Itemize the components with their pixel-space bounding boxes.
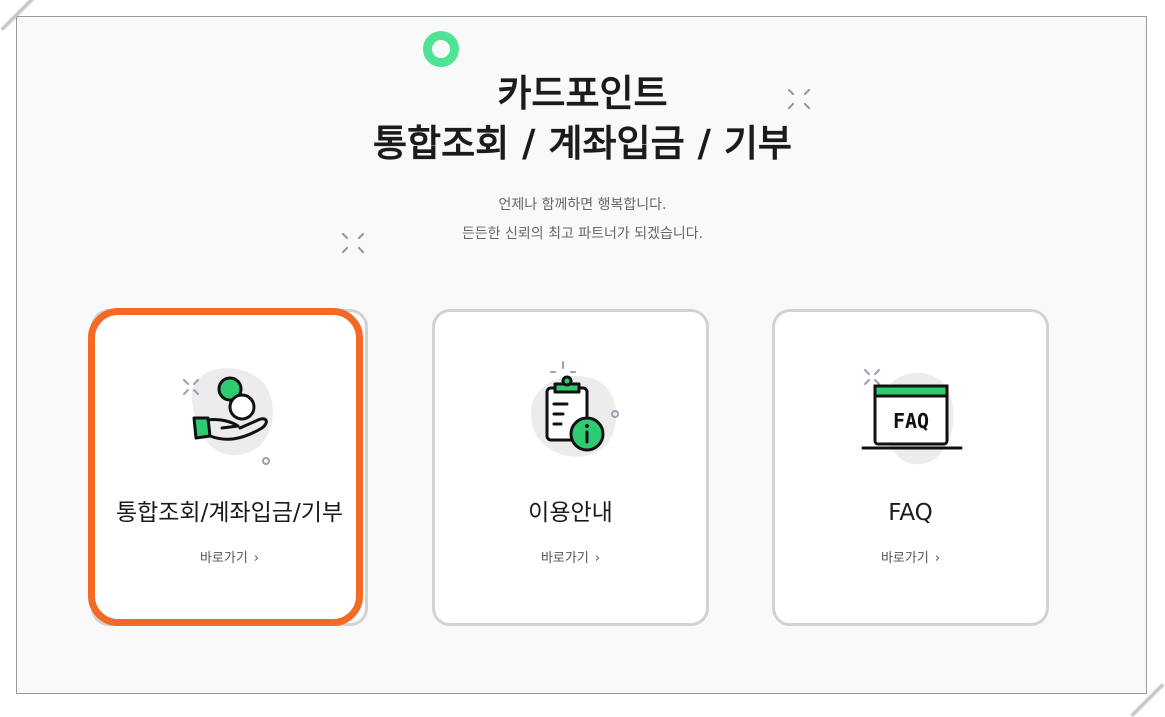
chevron-right-icon: ›: [594, 551, 601, 566]
chevron-right-icon: ›: [253, 551, 260, 566]
go-link-text: 바로가기: [880, 551, 929, 566]
clipboard-info-icon: [530, 361, 619, 457]
chevron-right-icon: ›: [934, 551, 941, 566]
go-link-text: 바로가기: [199, 551, 248, 566]
card-label: FAQ: [888, 500, 933, 526]
go-link[interactable]: 바로가기 ›: [94, 552, 365, 565]
card-label: 통합조회/계좌입금/기부: [115, 500, 344, 526]
card-label: 이용안내: [528, 500, 613, 526]
card-inquiry-transfer-donation[interactable]: 통합조회/계좌입금/기부 바로가기 ›: [91, 309, 368, 626]
go-link[interactable]: 바로가기 ›: [775, 552, 1046, 565]
go-link[interactable]: 바로가기 ›: [435, 552, 706, 565]
page-title-line-1: 카드포인트: [497, 72, 668, 115]
page-subtitle-line-2: 든든한 신뢰의 최고 파트너가 되겠습니다.: [461, 226, 704, 242]
go-link-text: 바로가기: [540, 551, 589, 566]
page-title-line-2: 통합조회 / 계좌입금 / 기부: [373, 122, 792, 165]
card-faq[interactable]: FAQ FAQ 바로가기 ›: [772, 309, 1049, 626]
faq-icon-text: FAQ: [893, 409, 929, 433]
card-usage-guide[interactable]: 이용안내 바로가기 ›: [432, 309, 709, 626]
hand-coin-icon: [183, 368, 273, 465]
decorative-ring-icon: [423, 31, 459, 67]
page-subtitle-line-1: 언제나 함께하면 행복합니다.: [498, 197, 667, 213]
faq-monitor-icon: FAQ: [861, 369, 963, 465]
